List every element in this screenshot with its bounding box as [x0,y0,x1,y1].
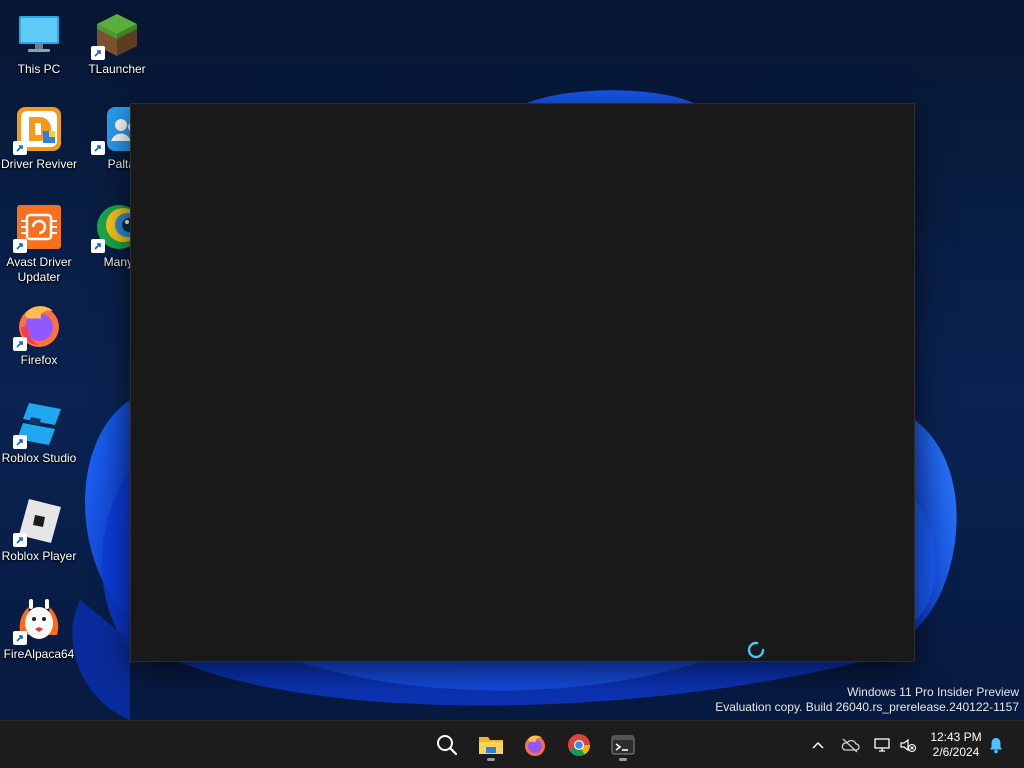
shortcut-arrow-icon [13,337,27,351]
avast-driver-icon [13,203,63,253]
desktop-icon-this-pc[interactable]: This PC [0,10,78,77]
shortcut-arrow-icon [13,239,27,253]
clock-time: 12:43 PM [930,730,982,744]
shortcut-arrow-icon [91,141,105,155]
firealpaca-icon [13,595,63,645]
desktop-icon-firefox[interactable]: Firefox [0,301,78,368]
cloud-off-icon [841,738,860,753]
loading-spinner-icon [747,641,765,659]
desktop-icon-tlauncher[interactable]: TLauncher [78,10,156,77]
taskbar-clock[interactable]: 12:43 PM 2/6/2024 [924,730,988,760]
desktop-icon-firealpaca[interactable]: FireAlpaca64 [0,595,78,662]
running-indicator [487,758,495,761]
terminal-icon [611,735,635,755]
shortcut-arrow-icon [91,46,105,60]
chevron-up-icon [812,741,824,749]
taskbar: 12:43 PM 2/6/2024 [0,720,1024,768]
watermark-line-2: Evaluation copy. Build 26040.rs_prerelea… [715,700,1019,714]
clock-date: 2/6/2024 [932,745,980,759]
taskbar-search-button[interactable] [429,727,465,763]
desktop-icon-label: Roblox Studio [1,451,77,465]
volume-tray-button[interactable] [898,735,918,755]
firefox-icon [13,301,63,351]
bell-icon [990,738,1002,754]
network-tray-button[interactable] [872,735,892,755]
onedrive-tray-button[interactable] [840,735,860,755]
chrome-icon [568,734,590,756]
running-indicator [619,758,627,761]
shortcut-arrow-icon [13,631,27,645]
roblox-player-icon [13,497,63,547]
desktop-icon-label: This PC [17,62,61,76]
desktop-icon-avast-driver-updater[interactable]: Avast Driver Updater [0,203,78,285]
desktop-icon-label: FireAlpaca64 [3,647,75,661]
shortcut-arrow-icon [13,533,27,547]
roblox-studio-icon [13,399,63,449]
network-icon [874,738,890,752]
firefox-icon [525,735,545,756]
desktop-icon-label: Roblox Player [1,549,77,563]
monitor-icon [15,10,63,58]
notifications-button[interactable] [986,735,1006,755]
desktop-icon-label: Firefox [20,353,58,367]
volume-muted-icon [900,738,917,753]
desktop-icon-label: TLauncher [88,62,146,76]
taskbar-firefox-button[interactable] [517,727,553,763]
driver-reviver-icon [13,105,63,155]
taskbar-chrome-button[interactable] [561,727,597,763]
show-hidden-icons-button[interactable] [808,735,828,755]
shortcut-arrow-icon [13,435,27,449]
search-icon [437,735,458,756]
evaluation-watermark: Windows 11 Pro Insider Preview Evaluatio… [715,685,1019,715]
loading-app-window[interactable] [130,103,915,662]
desktop-icon-label: Driver Reviver [0,157,77,171]
shortcut-arrow-icon [13,141,27,155]
taskbar-file-explorer-button[interactable] [473,727,509,763]
watermark-line-1: Windows 11 Pro Insider Preview [847,685,1019,699]
grass-block-icon [91,10,141,60]
desktop-icon-label: Avast Driver Updater [6,255,72,284]
desktop-icon-roblox-studio[interactable]: Roblox Studio [0,399,78,466]
shortcut-arrow-icon [91,239,105,253]
taskbar-terminal-button[interactable] [605,727,641,763]
desktop-icon-driver-reviver[interactable]: Driver Reviver [0,105,78,172]
folder-icon [479,737,503,754]
desktop-icon-roblox-player[interactable]: Roblox Player [0,497,78,564]
